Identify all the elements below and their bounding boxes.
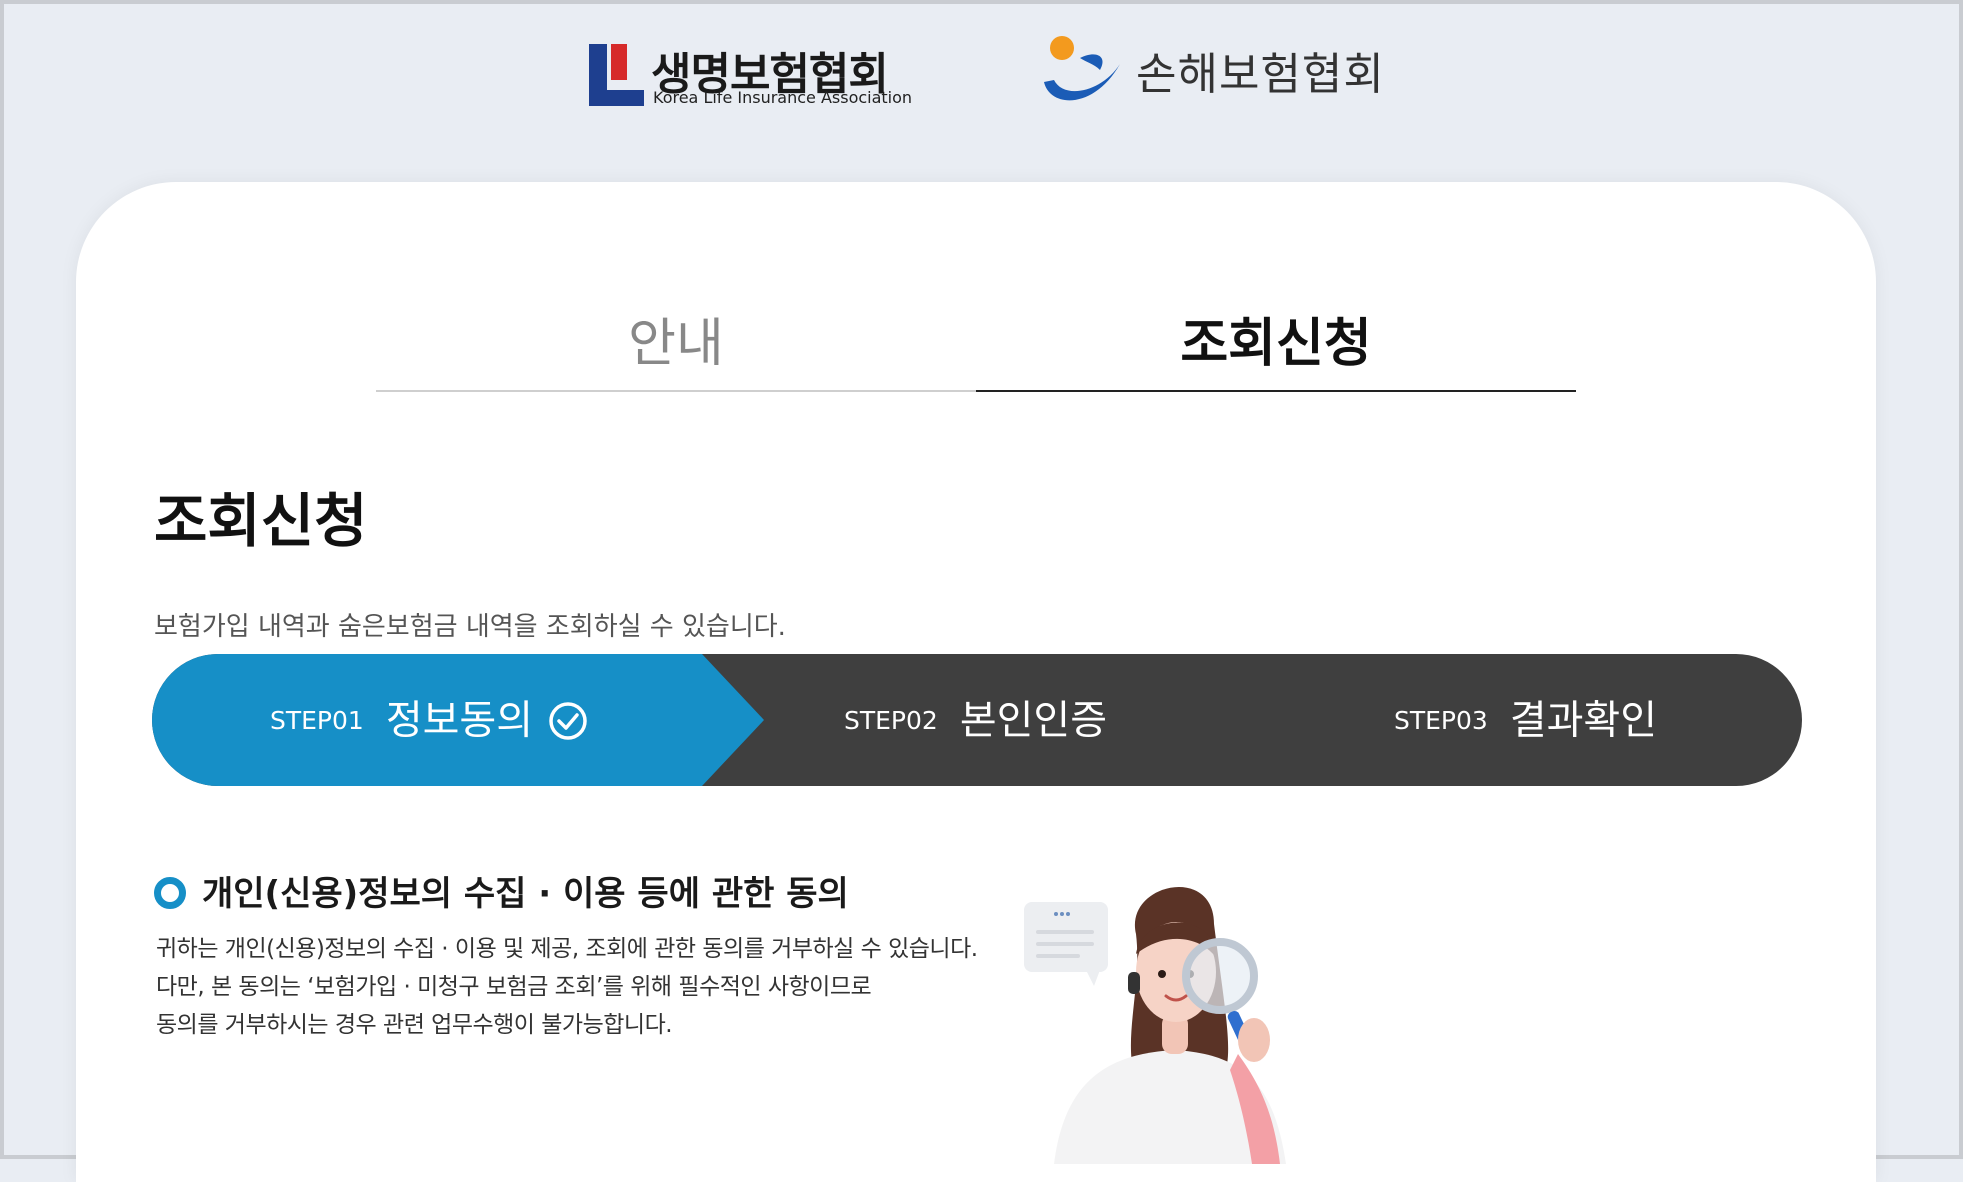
step-3-label: 결과확인 <box>1509 697 1658 744</box>
step-3: STEP03 결과확인 <box>1394 654 1657 786</box>
main-card: 안내 조회신청 조회신청 보험가입 내역과 숨은보험금 내역을 조회하실 수 있… <box>76 182 1876 1182</box>
step-2-number: STEP02 <box>844 705 938 735</box>
page-description: 보험가입 내역과 숨은보험금 내역을 조회하실 수 있습니다. <box>154 612 786 642</box>
consent-description: 귀하는 개인(신용)정보의 수집 · 이용 및 제공, 조회에 관한 동의를 거… <box>156 930 978 1044</box>
header: 생명보험협회 Korea Life Insurance Association … <box>4 4 1959 154</box>
step-1: STEP01 정보동의 <box>270 654 588 786</box>
life-logo-sub: Korea Life Insurance Association <box>653 88 913 107</box>
consent-line: 동의를 거부하시는 경우 관련 업무수행이 불가능합니다. <box>156 1012 673 1038</box>
bullet-ring-icon <box>154 876 186 909</box>
step-1-label: 정보동의 <box>385 697 534 744</box>
nonlife-insurance-mark-icon <box>1044 36 1120 101</box>
step-3-number: STEP03 <box>1394 705 1488 735</box>
page-title: 조회신청 <box>154 487 368 555</box>
consent-line: 다만, 본 동의는 ‘보험가입 · 미청구 보험금 조회’를 위해 필수적인 사… <box>156 974 872 1000</box>
tab-guide[interactable]: 안내 <box>376 290 976 392</box>
consent-section-title: 개인(신용)정보의 수집 · 이용 등에 관한 동의 <box>154 866 849 915</box>
consent-line: 귀하는 개인(신용)정보의 수집 · 이용 및 제공, 조회에 관한 동의를 거… <box>156 936 978 962</box>
consent-title-text: 개인(신용)정보의 수집 · 이용 등에 관한 동의 <box>202 874 849 914</box>
nonlife-logo-name: 손해보험협회 <box>1136 49 1385 100</box>
step-2-label: 본인인증 <box>959 697 1108 744</box>
tab-request[interactable]: 조회신청 <box>976 290 1576 392</box>
nonlife-insurance-logo[interactable]: 손해보험협회 <box>1036 30 1384 110</box>
life-insurance-mark-icon <box>589 44 644 106</box>
step-1-number: STEP01 <box>270 705 364 735</box>
woman-magnifier-illustration <box>1024 886 1286 1164</box>
step-progress-bar: STEP01 정보동의 STEP02 본인인증 STEP03 결과확인 <box>152 654 1802 786</box>
check-circle-icon <box>549 701 587 740</box>
tab-bar: 안내 조회신청 <box>376 290 1576 392</box>
step-2: STEP02 본인인증 <box>844 654 1107 786</box>
life-insurance-logo[interactable]: 생명보험협회 Korea Life Insurance Association <box>589 40 913 110</box>
